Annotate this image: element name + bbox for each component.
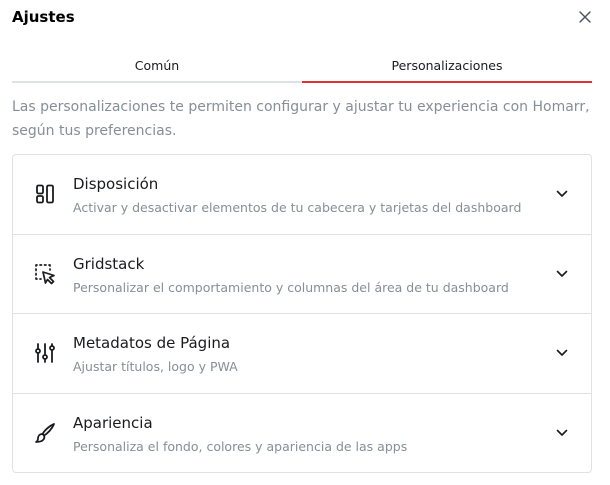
tab-comun[interactable]: Común <box>12 53 302 81</box>
dialog-title: Ajustes <box>12 8 75 26</box>
close-icon <box>579 11 591 23</box>
accordion-item-disposicion[interactable]: Disposición Activar y desactivar element… <box>13 155 591 235</box>
tab-description: Las personalizaciones te permiten config… <box>12 99 590 139</box>
item-subtitle: Ajustar títulos, logo y PWA <box>73 359 238 374</box>
adjustments-icon <box>34 342 56 364</box>
settings-dialog: Ajustes Común Personalizaciones Las pers… <box>0 0 610 485</box>
chevron-down-icon <box>553 424 571 442</box>
chevron-down-icon <box>553 265 571 283</box>
tab-personalizaciones[interactable]: Personalizaciones <box>302 53 592 83</box>
item-subtitle: Activar y desactivar elementos de tu cab… <box>73 200 522 215</box>
item-title: Gridstack <box>73 254 145 273</box>
accordion-item-apariencia[interactable]: Apariencia Personaliza el fondo, colores… <box>13 394 591 474</box>
close-button[interactable] <box>574 6 596 28</box>
tab-bar: Común Personalizaciones <box>12 53 592 83</box>
item-title: Apariencia <box>73 413 153 432</box>
customization-accordion: Disposición Activar y desactivar element… <box>12 154 592 473</box>
brush-icon <box>34 422 56 444</box>
accordion-item-metadatos[interactable]: Metadatos de Página Ajustar títulos, log… <box>13 314 591 394</box>
chevron-down-icon <box>553 344 571 362</box>
accordion-item-gridstack[interactable]: Gridstack Personalizar el comportamiento… <box>13 235 591 314</box>
chevron-down-icon <box>553 185 571 203</box>
item-title: Metadatos de Página <box>73 334 231 352</box>
item-subtitle: Personaliza el fondo, colores y aparienc… <box>73 438 408 454</box>
layout-icon <box>34 183 56 205</box>
item-title: Disposición <box>73 175 159 193</box>
item-subtitle: Personalizar el comportamiento y columna… <box>73 279 509 295</box>
gridstack-drag-icon <box>34 263 56 285</box>
